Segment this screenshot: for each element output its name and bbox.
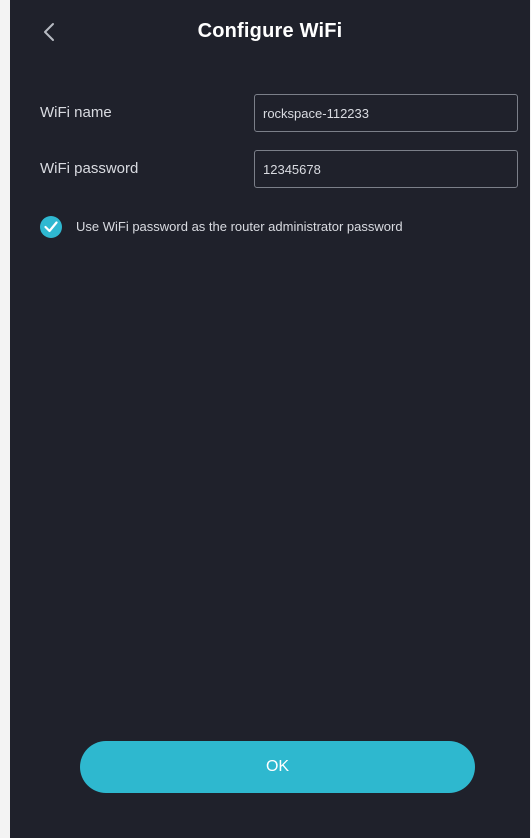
checkmark-icon [44,221,58,233]
page-title: Configure WiFi [197,20,343,42]
wifi-name-input[interactable] [254,94,518,132]
wifi-password-label: WiFi password [40,160,139,177]
configure-wifi-screen: Configure WiFi WiFi name WiFi password U… [10,0,530,838]
wifi-password-row: WiFi password [40,150,520,188]
ok-button[interactable]: OK [80,741,475,793]
header: Configure WiFi [10,0,530,64]
admin-password-checkbox[interactable] [40,216,62,238]
wifi-name-label: WiFi name [40,104,112,121]
admin-password-label: Use WiFi password as the router administ… [76,219,403,234]
admin-password-option[interactable]: Use WiFi password as the router administ… [40,214,520,240]
wifi-password-input[interactable] [254,150,518,188]
wifi-name-row: WiFi name [40,94,520,132]
